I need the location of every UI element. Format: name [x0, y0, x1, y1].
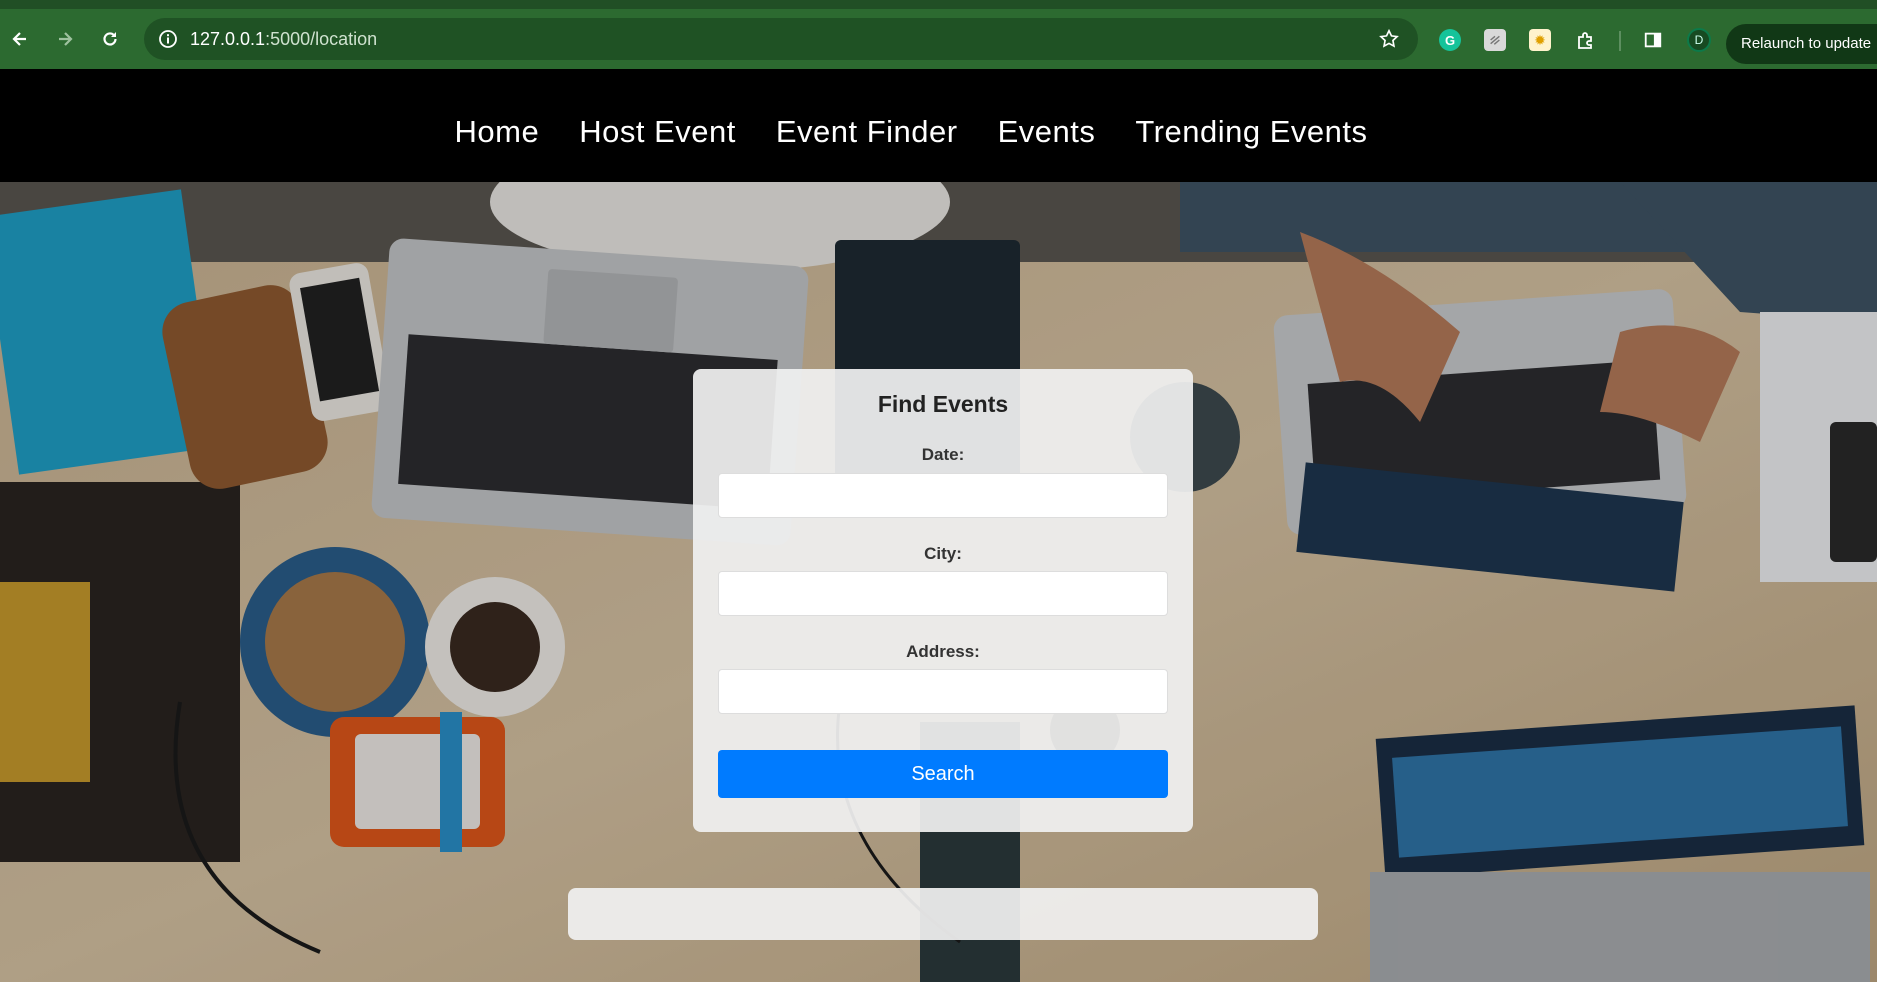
nav-home[interactable]: Home [455, 114, 540, 150]
relaunch-button[interactable]: Relaunch to update [1726, 24, 1877, 64]
extensions-puzzle-icon[interactable] [1574, 29, 1596, 51]
city-label: City: [924, 544, 962, 563]
address-bar[interactable]: 127.0.0.1:5000/location [144, 18, 1418, 60]
nav-trending-events[interactable]: Trending Events [1135, 114, 1367, 150]
site-info-icon[interactable] [158, 29, 178, 49]
search-button[interactable]: Search [718, 750, 1168, 798]
forward-icon[interactable] [50, 24, 80, 54]
site-navbar: Home Host Event Event Finder Events Tren… [0, 69, 1877, 182]
find-events-card: Find Events Date: City: Address: Search [693, 369, 1193, 832]
profile-avatar[interactable]: D [1687, 28, 1711, 52]
nav-events[interactable]: Events [998, 114, 1096, 150]
nav-event-finder[interactable]: Event Finder [776, 114, 958, 150]
date-input[interactable] [718, 473, 1168, 518]
bookmark-star-icon[interactable] [1378, 28, 1400, 50]
extension-icon[interactable] [1484, 29, 1506, 51]
extension-icon[interactable]: ✹ [1529, 29, 1551, 51]
reload-icon[interactable] [95, 24, 125, 54]
side-panel-icon[interactable] [1642, 29, 1664, 51]
nav-host-event[interactable]: Host Event [579, 114, 736, 150]
address-label: Address: [906, 642, 980, 661]
address-input[interactable] [718, 669, 1168, 714]
grammarly-extension-icon[interactable]: G [1439, 29, 1461, 51]
back-icon[interactable] [5, 24, 35, 54]
browser-toolbar: 127.0.0.1:5000/location G ✹ D Relaunch t… [0, 0, 1877, 69]
url-text: 127.0.0.1:5000/location [190, 29, 378, 49]
results-panel [568, 888, 1318, 940]
toolbar-divider [1619, 31, 1621, 51]
form-title: Find Events [877, 391, 1009, 417]
date-label: Date: [921, 445, 965, 464]
city-input[interactable] [718, 571, 1168, 616]
